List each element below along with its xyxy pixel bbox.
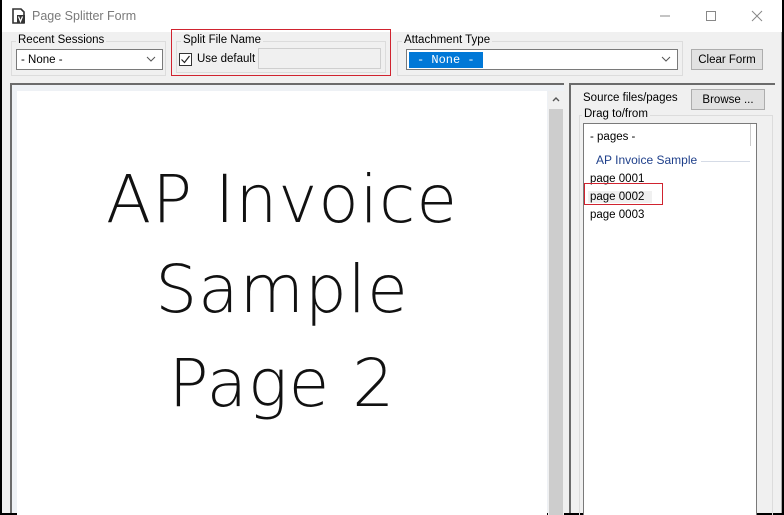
window-title: Page Splitter Form xyxy=(32,9,137,23)
browse-label: Browse ... xyxy=(702,93,754,106)
preview-line-3: Page 2 xyxy=(168,345,396,422)
attachment-type-dropdown[interactable]: - None - xyxy=(406,49,678,70)
recent-sessions-value: - None - xyxy=(21,53,63,66)
preview-scrollbar[interactable] xyxy=(548,91,564,515)
drag-to-from-label: Drag to/from xyxy=(582,108,650,120)
recent-sessions-label: Recent Sessions xyxy=(16,34,107,46)
minimize-button[interactable] xyxy=(642,0,688,32)
document-v-icon xyxy=(12,8,25,24)
maximize-button[interactable] xyxy=(688,0,734,32)
browse-button[interactable]: Browse ... xyxy=(691,89,765,110)
minimize-icon xyxy=(660,15,670,17)
group-header: AP Invoice Sample xyxy=(596,153,702,167)
list-column-divider xyxy=(750,124,751,146)
source-panel: Source files/pages Browse ... Drag to/fr… xyxy=(569,83,775,515)
list-item-page-0003[interactable]: page 0003 xyxy=(590,209,644,221)
chevron-down-icon xyxy=(661,56,671,62)
split-file-name-label: Split File Name xyxy=(181,34,263,46)
scroll-up-icon[interactable] xyxy=(551,94,561,104)
page-preview: AP Invoice Sample Page 2 xyxy=(17,91,547,515)
pages-header: - pages - xyxy=(590,131,636,143)
scrollbar-thumb[interactable] xyxy=(549,109,563,515)
source-files-label: Source files/pages xyxy=(583,92,678,104)
close-icon xyxy=(751,10,763,22)
use-default-checkbox[interactable] xyxy=(179,53,192,66)
page-preview-panel: AP Invoice Sample Page 2 xyxy=(10,83,564,515)
preview-line-2: Sample xyxy=(155,251,409,328)
split-file-name-input[interactable] xyxy=(258,48,381,69)
chevron-down-icon xyxy=(146,56,156,62)
pages-list[interactable]: - pages - AP Invoice Sample page 0001 pa… xyxy=(583,123,757,515)
preview-line-1: AP Invoice xyxy=(106,161,458,238)
page-splitter-window: Page Splitter Form Recent Sessions - Non… xyxy=(2,0,782,515)
clear-form-button[interactable]: Clear Form xyxy=(691,49,763,70)
title-bar: Page Splitter Form xyxy=(2,0,782,32)
attachment-type-value: - None - xyxy=(409,51,483,68)
close-button[interactable] xyxy=(734,0,780,32)
maximize-icon xyxy=(706,11,716,21)
checkmark-icon xyxy=(181,55,190,64)
attachment-type-label: Attachment Type xyxy=(402,34,493,46)
use-default-label: Use default xyxy=(197,53,256,65)
selected-page-highlight xyxy=(584,183,663,205)
clear-form-label: Clear Form xyxy=(698,53,756,66)
recent-sessions-dropdown[interactable]: - None - xyxy=(16,49,163,70)
